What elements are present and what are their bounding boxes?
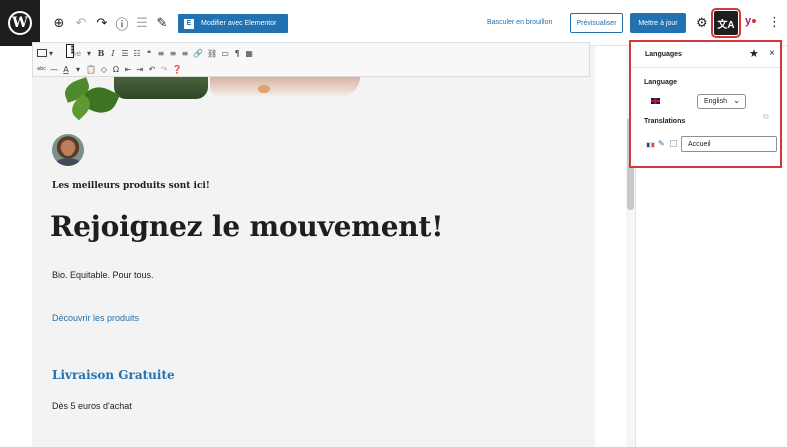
elementor-icon: E <box>184 18 194 29</box>
uk-flag-icon <box>651 98 660 104</box>
hero-bottle-shape <box>114 77 208 99</box>
format-dropdown-chevron-icon[interactable]: ▾ <box>85 49 93 58</box>
translations-label: Translations <box>644 118 686 125</box>
subline-text: Bio. Equitable. Pour tous. <box>52 270 154 280</box>
special-character-icon[interactable]: Ω <box>112 65 120 74</box>
chevron-down-icon: ▾ <box>49 48 54 58</box>
align-left-icon[interactable]: ≡ <box>157 49 165 58</box>
avatar-face <box>62 141 74 156</box>
horizontal-line-icon[interactable]: — <box>50 65 58 74</box>
italic-icon[interactable]: I <box>109 49 117 58</box>
edit-translation-pencil-icon[interactable]: ✎ <box>658 139 665 148</box>
classic-toolbar-row-2: abc — A ▾ 📋 ◇ Ω ⇤ ⇥ ↶ ↷ ❓ <box>37 62 182 76</box>
translate-icon: 文A <box>717 19 735 31</box>
blockquote-icon[interactable]: ❝ <box>145 49 153 58</box>
clear-formatting-icon[interactable]: ◇ <box>100 65 108 74</box>
free-delivery-heading: Livraison Gratuite <box>52 368 175 382</box>
remove-link-icon[interactable]: ⛓ <box>207 49 217 58</box>
page-headline: Rejoignez le mouvement! <box>50 210 444 243</box>
indent-icon[interactable]: ⇥ <box>136 65 144 74</box>
bold-icon[interactable]: B <box>97 48 105 58</box>
info-icon[interactable]: ⓘ <box>113 14 131 33</box>
undo-icon[interactable]: ↶ <box>72 14 90 32</box>
language-select-value: English <box>704 98 727 105</box>
toolbar-toggle-icon[interactable]: ▦ <box>245 49 253 58</box>
language-label: Language <box>644 79 678 86</box>
avatar-body <box>55 158 81 166</box>
hero-product-image <box>61 77 382 127</box>
close-icon[interactable]: × <box>769 48 775 59</box>
yoast-icon: y <box>745 15 752 27</box>
hero-ring-shape <box>258 85 270 93</box>
strikethrough-icon[interactable]: abc <box>37 66 46 72</box>
list-view-icon[interactable]: ☰ <box>133 14 151 32</box>
edit-with-elementor-label: Modifier avec Elementor <box>201 20 277 27</box>
paragraph-icon[interactable]: ¶ <box>233 49 241 58</box>
author-avatar <box>52 134 84 166</box>
text-color-chevron-icon[interactable]: ▾ <box>74 65 82 74</box>
keyboard-icon <box>37 49 47 57</box>
classic-undo-icon[interactable]: ↶ <box>148 65 156 74</box>
classic-redo-icon[interactable]: ↷ <box>160 65 168 74</box>
discover-products-link[interactable]: Découvrir les produits <box>52 313 139 323</box>
settings-gear-icon[interactable]: ⚙ <box>696 15 708 31</box>
align-center-icon[interactable]: ≡ <box>169 49 177 58</box>
france-flag-icon <box>646 142 655 148</box>
hero-hand-shape <box>210 77 360 97</box>
keyboard-shortcuts-help-icon[interactable]: ❓ <box>172 65 182 74</box>
duplicate-icon[interactable]: ⧉ <box>763 112 769 122</box>
paste-as-text-icon[interactable]: 📋 <box>86 65 96 74</box>
wordpress-icon: W <box>8 11 32 35</box>
add-block-icon[interactable]: ⊕ <box>50 14 68 32</box>
free-delivery-text: Dès 5 euros d'achat <box>52 401 132 411</box>
languages-panel-toggle-button[interactable]: 文A <box>711 8 741 38</box>
block-options-icon[interactable]: ⋮ <box>66 44 77 58</box>
read-more-icon[interactable]: ▭ <box>221 49 229 58</box>
classic-editor-toolbar: ▾ he ▾ B I ☰ ☷ ❝ ≡ ≡ ≡ 🔗 ⛓ ▭ ¶ ▦ abc — A… <box>32 42 590 77</box>
languages-panel-title: Languages <box>645 51 682 58</box>
languages-panel: Languages ★ × Language English ⌄ ⧉ Trans… <box>629 40 782 168</box>
update-button[interactable]: Mettre à jour <box>630 13 686 33</box>
preview-button[interactable]: Prévisualiser <box>570 13 623 33</box>
edit-with-elementor-button[interactable]: E Modifier avec Elementor <box>178 14 288 33</box>
yoast-seo-button[interactable]: y <box>745 15 757 27</box>
redo-icon[interactable]: ↷ <box>93 14 111 32</box>
french-translation-input[interactable]: Accueil <box>681 136 777 152</box>
tagline-text: Les meilleurs produits sont ici! <box>52 181 210 191</box>
numbered-list-icon[interactable]: ☷ <box>133 49 141 58</box>
seo-status-dot <box>752 19 757 24</box>
chevron-down-icon: ⌄ <box>733 96 740 105</box>
block-type-select[interactable]: ▾ <box>37 49 53 58</box>
insert-link-icon[interactable]: 🔗 <box>193 49 203 58</box>
bullet-list-icon[interactable]: ☰ <box>121 49 129 58</box>
languages-panel-header: Languages ★ × <box>631 42 780 68</box>
star-icon[interactable]: ★ <box>749 47 759 60</box>
sync-checkbox[interactable] <box>670 140 677 147</box>
align-right-icon[interactable]: ≡ <box>181 49 189 58</box>
outdent-icon[interactable]: ⇤ <box>124 65 132 74</box>
text-color-icon[interactable]: A <box>62 65 70 74</box>
language-select[interactable]: English ⌄ <box>697 94 746 109</box>
tools-pencil-icon[interactable]: ✎ <box>153 14 171 32</box>
wordpress-logo-button[interactable]: W <box>0 0 40 46</box>
more-options-icon[interactable]: ⋮ <box>768 14 781 30</box>
switch-to-draft-link[interactable]: Basculer en brouillon <box>487 19 552 26</box>
